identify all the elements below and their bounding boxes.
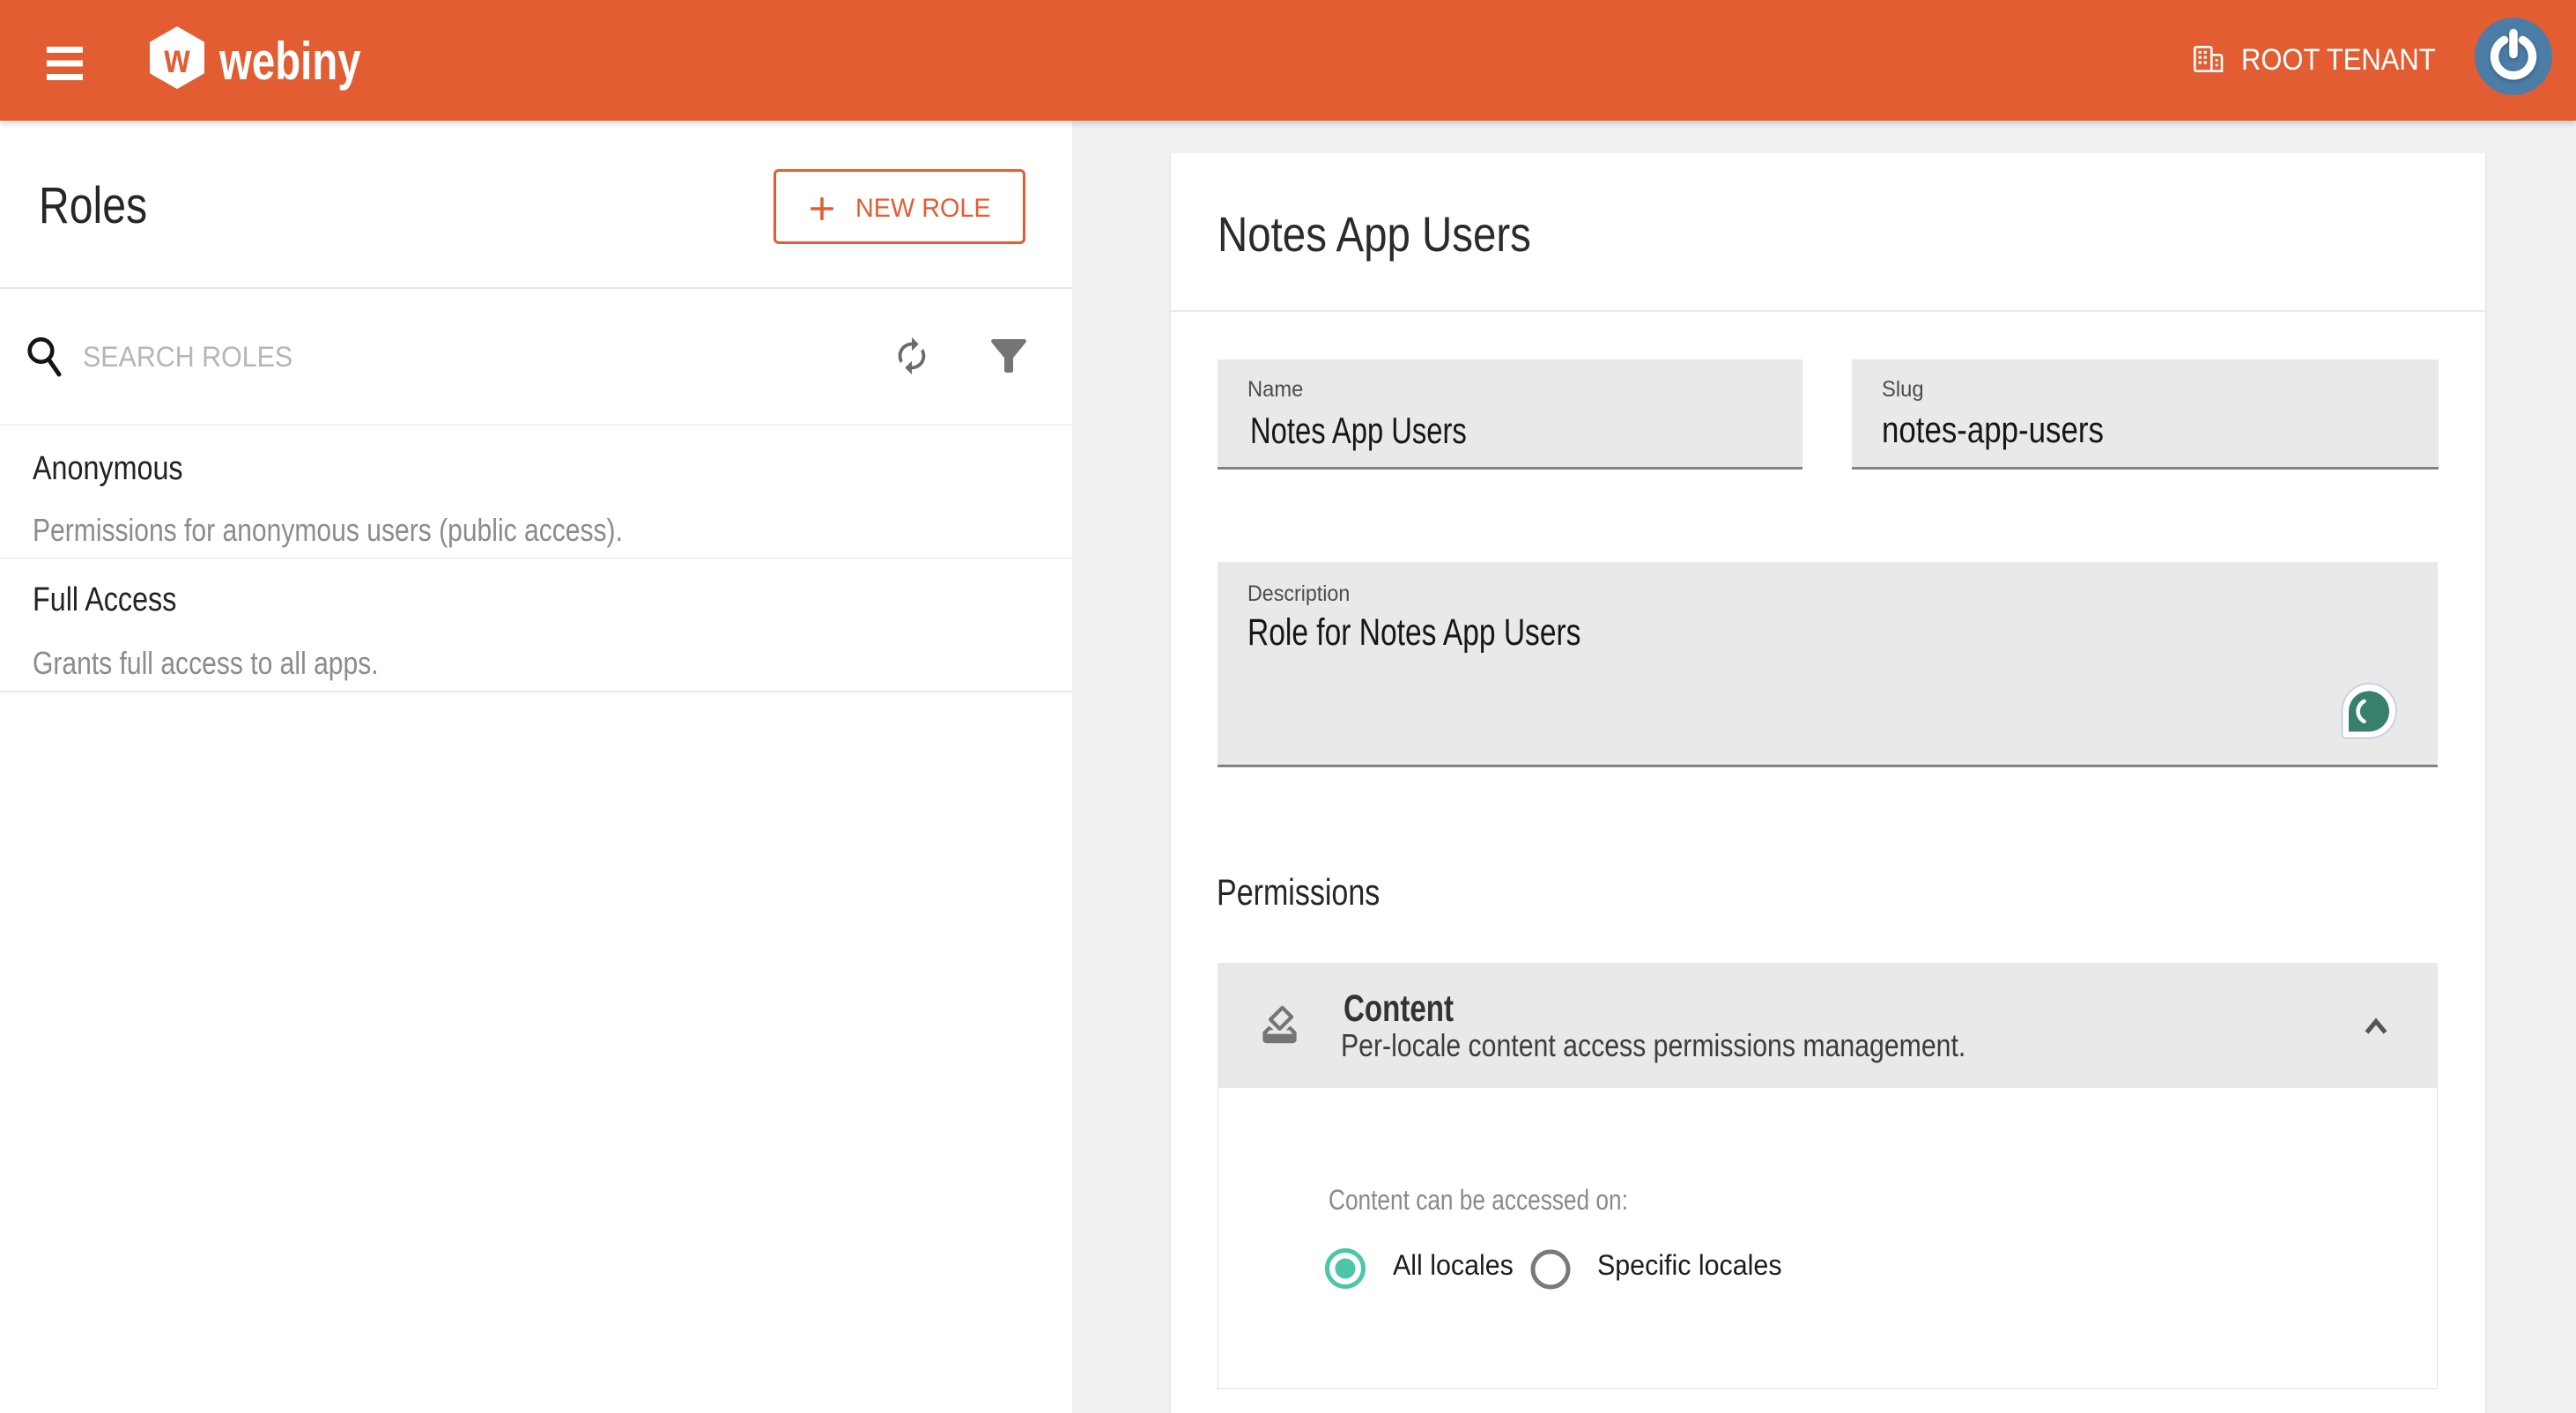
svg-text:w: w bbox=[163, 35, 189, 80]
